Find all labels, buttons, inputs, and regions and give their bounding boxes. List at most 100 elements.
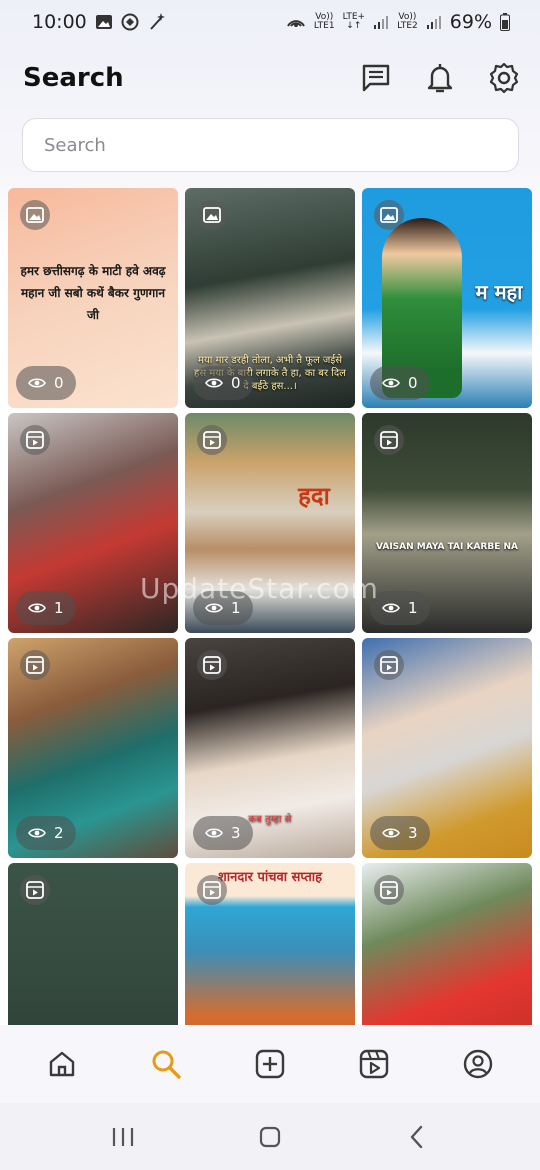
view-count-value: 3 — [231, 824, 241, 842]
grid-tile[interactable]: 1 — [8, 413, 178, 633]
status-right: Vo)) LTE1 LTE+ ↓↑ Vo)) LTE2 69% — [286, 11, 510, 33]
tile-caption: हमर छत्तीसगढ़ के माटी हवे अवढ़ महान जी स… — [20, 264, 166, 322]
video-type-badge — [20, 650, 50, 680]
reel-icon — [380, 881, 398, 899]
hotspot-icon — [286, 14, 306, 30]
magic-wand-icon — [147, 12, 167, 32]
reel-icon — [26, 431, 44, 449]
search-icon — [152, 1050, 181, 1079]
eye-icon — [382, 378, 400, 388]
nav-reels[interactable] — [344, 1034, 404, 1094]
eye-icon — [382, 603, 400, 613]
view-count-value: 0 — [231, 374, 241, 392]
recent-apps-icon — [113, 1127, 134, 1146]
lte-plus: LTE+ — [342, 12, 366, 22]
view-count: 0 — [193, 366, 253, 400]
video-type-badge — [374, 425, 404, 455]
view-count-value: 2 — [54, 824, 64, 842]
video-type-badge — [197, 650, 227, 680]
grid-tile[interactable]: मया मार डरही तोला, अभी तै फूल जईसे हस मय… — [185, 188, 355, 408]
reel-icon — [26, 656, 44, 674]
settings-button[interactable] — [484, 58, 524, 98]
recent-apps-button[interactable] — [93, 1112, 153, 1162]
video-type-badge — [374, 875, 404, 905]
reel-icon — [26, 881, 44, 899]
home-icon — [49, 1051, 75, 1077]
status-left: 10:00 — [32, 11, 167, 33]
image-icon — [95, 13, 113, 31]
view-count: 1 — [193, 591, 253, 625]
view-count: 1 — [370, 591, 430, 625]
view-count-value: 1 — [54, 599, 64, 617]
search-input[interactable] — [44, 134, 518, 156]
grid-tile[interactable]: कब तुम्हा से 3 — [185, 638, 355, 858]
image-type-badge — [197, 200, 227, 230]
eye-icon — [28, 828, 46, 838]
nav-search[interactable] — [136, 1034, 196, 1094]
grid-tile[interactable] — [8, 863, 178, 1025]
media-grid: हमर छत्तीसगढ़ के माटी हवे अवढ़ महान जी स… — [8, 188, 532, 1025]
back-button[interactable] — [387, 1112, 447, 1162]
eye-icon — [205, 378, 223, 388]
signal-icon — [373, 14, 389, 30]
search-bar[interactable] — [22, 118, 519, 172]
nav-profile[interactable] — [448, 1034, 508, 1094]
grid-tile[interactable]: हदा 1 — [185, 413, 355, 633]
image-type-badge — [20, 200, 50, 230]
view-count: 3 — [370, 816, 430, 850]
reel-icon — [380, 656, 398, 674]
battery-level: 69% — [449, 11, 492, 33]
signal-icon — [426, 14, 442, 30]
page-title: Search — [23, 63, 124, 93]
view-count: 0 — [370, 366, 430, 400]
grid-tile[interactable]: VAISAN MAYA TAI KARBE NA 1 — [362, 413, 532, 633]
header-actions — [356, 58, 524, 98]
home-button[interactable] — [240, 1112, 300, 1162]
nav-home[interactable] — [32, 1034, 92, 1094]
grid-tile[interactable]: शानदार पांचवा सप्ताह — [185, 863, 355, 1025]
add-icon — [255, 1049, 285, 1079]
nav-create[interactable] — [240, 1034, 300, 1094]
system-nav — [0, 1103, 540, 1170]
tile-caption: VAISAN MAYA TAI KARBE NA — [376, 542, 518, 552]
view-count-value: 0 — [408, 374, 418, 392]
grid-tile[interactable]: 2 — [8, 638, 178, 858]
reel-icon — [203, 431, 221, 449]
battery-icon — [500, 13, 510, 31]
image-icon — [380, 207, 398, 223]
grid-tile[interactable]: म महा 0 — [362, 188, 532, 408]
clock: 10:00 — [32, 11, 87, 33]
eye-icon — [205, 828, 223, 838]
notifications-button[interactable] — [420, 58, 460, 98]
lte-plus-label: LTE+ ↓↑ — [342, 12, 366, 31]
reel-icon — [203, 881, 221, 899]
eye-icon — [382, 828, 400, 838]
reels-icon — [359, 1049, 389, 1079]
video-type-badge — [197, 875, 227, 905]
reel-icon — [380, 431, 398, 449]
tile-caption: हदा — [298, 482, 330, 510]
grid-tile[interactable] — [362, 863, 532, 1025]
tile-caption: म महा — [475, 280, 523, 304]
bell-icon — [427, 64, 453, 93]
bottom-nav — [0, 1025, 540, 1103]
eye-icon — [205, 603, 223, 613]
image-icon — [203, 207, 221, 223]
video-type-badge — [20, 425, 50, 455]
reel-icon — [203, 656, 221, 674]
image-icon — [26, 207, 44, 223]
view-count-value: 1 — [231, 599, 241, 617]
sim1-label: Vo)) LTE1 — [314, 13, 335, 31]
grid-tile[interactable]: 3 — [362, 638, 532, 858]
view-count: 0 — [16, 366, 76, 400]
view-count: 3 — [193, 816, 253, 850]
messages-button[interactable] — [356, 58, 396, 98]
video-type-badge — [20, 875, 50, 905]
chat-bubble-icon — [121, 13, 139, 31]
grid-tile[interactable]: हमर छत्तीसगढ़ के माटी हवे अवढ़ महान जी स… — [8, 188, 178, 408]
home-button-icon — [259, 1126, 281, 1147]
view-count: 2 — [16, 816, 76, 850]
sim2-lte: LTE2 — [397, 21, 418, 31]
sim1-lte: LTE1 — [313, 21, 335, 31]
video-type-badge — [374, 650, 404, 680]
